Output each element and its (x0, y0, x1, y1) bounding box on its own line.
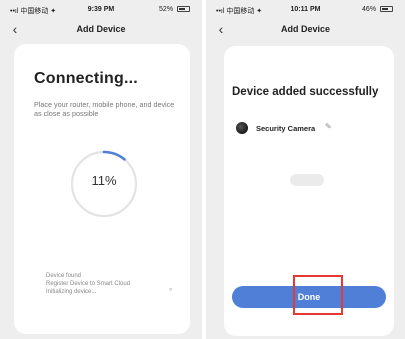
connecting-card: Connecting... Place your router, mobile … (14, 44, 190, 334)
connecting-screen: ••ıl 中国移动 ✦ 9:39 PM 52% ‹ Add Device Con… (0, 0, 202, 339)
step-item: Initializing device... (46, 289, 97, 295)
device-name: Security Camera (256, 124, 316, 133)
connecting-heading: Connecting... (34, 70, 138, 87)
step-item: Register Device to Smart Cloud (46, 281, 131, 287)
done-button[interactable]: Done (232, 286, 386, 308)
progress-percent: 11% (91, 173, 117, 188)
connecting-description: Place your router, mobile phone, and dev… (34, 100, 175, 118)
success-screen: ••ıl 中国移动 ✦ 10:11 PM 46% ‹ Add Device De… (206, 0, 405, 339)
success-heading: Device added successfully (232, 86, 379, 98)
battery-percent: 46% (362, 6, 377, 13)
page-title: Add Device (76, 24, 126, 34)
battery-indicator: 52% (159, 6, 190, 13)
step-item: Device found (46, 273, 82, 279)
camera-icon (236, 122, 248, 134)
pencil-icon[interactable]: ✎ (325, 122, 332, 131)
battery-indicator: 46% (362, 6, 393, 13)
battery-icon (177, 6, 190, 13)
success-card: Device added successfully Security Camer… (224, 46, 394, 336)
status-bar: ••ıl 中国移动 ✦ 10:11 PM 46% (206, 0, 405, 18)
nav-bar: ‹ Add Device (206, 18, 405, 42)
step-mark: » (169, 287, 173, 293)
room-placeholder (290, 174, 324, 186)
progress-ring: 11% (69, 149, 139, 219)
battery-icon (380, 6, 393, 13)
battery-percent: 52% (159, 6, 174, 13)
status-bar: ••ıl 中国移动 ✦ 9:39 PM 52% (0, 0, 202, 18)
connection-steps: Device found Register Device to Smart Cl… (46, 272, 130, 296)
nav-bar: ‹ Add Device (0, 18, 202, 42)
page-title: Add Device (280, 24, 331, 34)
